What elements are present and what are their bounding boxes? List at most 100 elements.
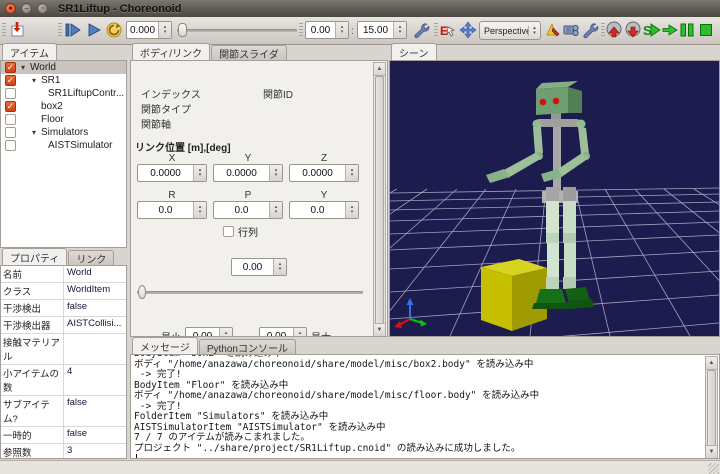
scene-3d-view[interactable] xyxy=(389,60,720,337)
start-simulation-icon[interactable]: S xyxy=(643,21,661,39)
property-row-collision-detection[interactable]: 干渉検出false xyxy=(1,300,126,317)
roll-input[interactable] xyxy=(138,202,193,218)
tree-item-sr1[interactable]: ✓ ▾ SR1 xyxy=(1,74,126,87)
x-position-input[interactable] xyxy=(138,165,193,181)
tab-items[interactable]: アイテム xyxy=(2,43,57,60)
camera-mode-spinner[interactable]: ▴▾ xyxy=(528,26,540,36)
play-from-start-icon[interactable] xyxy=(64,21,82,39)
collision-down-icon[interactable] xyxy=(624,21,642,39)
tree-item-world[interactable]: ✓ ▾ World xyxy=(1,61,126,74)
resume-simulation-icon[interactable] xyxy=(661,21,679,39)
translation-mode-icon[interactable] xyxy=(459,21,477,39)
y-position-input[interactable] xyxy=(214,165,269,181)
tree-item-aistsimulator[interactable]: AISTSimulator xyxy=(1,139,126,152)
robot-feet xyxy=(532,287,594,309)
property-row-references[interactable]: 参照数3 xyxy=(1,444,126,459)
z-spinner[interactable]: ▴▾ xyxy=(345,165,358,181)
checkbox-unchecked[interactable] xyxy=(5,88,16,99)
z-position-spinbox: ▴▾ xyxy=(289,164,359,182)
tab-message[interactable]: メッセージ xyxy=(132,337,198,354)
tree-item-sr1liftupcontroller[interactable]: SR1LiftupContr... xyxy=(1,87,126,100)
property-row-sub-item[interactable]: サブアイテム?false xyxy=(1,396,126,427)
checkbox-checked[interactable]: ✓ xyxy=(5,101,16,112)
play-icon[interactable] xyxy=(85,21,103,39)
property-row-collision-detector[interactable]: 干渉検出器AISTCollisi... xyxy=(1,317,126,334)
time-max-input[interactable] xyxy=(358,22,393,38)
scroll-down-icon[interactable]: ▼ xyxy=(374,323,385,336)
save-project-icon[interactable] xyxy=(8,21,26,39)
time-min-input[interactable] xyxy=(306,22,335,38)
checkbox-unchecked[interactable] xyxy=(5,140,16,151)
property-row-temporary[interactable]: 一時的false xyxy=(1,427,126,444)
max-input[interactable] xyxy=(260,328,293,337)
tree-item-floor[interactable]: Floor xyxy=(1,113,126,126)
refresh-time-icon[interactable] xyxy=(105,21,123,39)
tab-scene[interactable]: シーン xyxy=(391,43,437,60)
tab-properties[interactable]: プロパティ xyxy=(2,248,67,265)
message-view[interactable]: BodyItem "box2" を読み込み中 ボディ "/home/anazaw… xyxy=(130,354,720,459)
render-config-icon[interactable] xyxy=(544,21,562,39)
minimize-button[interactable]: – xyxy=(21,3,32,14)
main-toolbar: ▴▾ ▴▾ : ▴▾ E Perspective ▴▾ xyxy=(0,17,720,45)
edit-mode-icon[interactable]: E xyxy=(439,21,457,39)
pitch-spinner[interactable]: ▴▾ xyxy=(269,202,282,218)
pause-simulation-icon[interactable] xyxy=(678,21,696,39)
toolbar-grip[interactable] xyxy=(434,23,438,38)
joint-value-spinner[interactable]: ▴▾ xyxy=(273,259,286,275)
time-settings-wrench-icon[interactable] xyxy=(412,21,430,39)
y-spinner[interactable]: ▴▾ xyxy=(269,165,282,181)
toolbar-grip[interactable] xyxy=(2,23,6,38)
min-input[interactable] xyxy=(186,328,219,337)
camera-mode-select[interactable]: Perspective ▴▾ xyxy=(479,21,541,40)
message-scrollbar[interactable]: ▲ ▼ xyxy=(705,356,718,459)
toolbar-grip[interactable] xyxy=(299,23,303,38)
scene-settings-wrench-icon[interactable] xyxy=(581,21,599,39)
time-slider[interactable] xyxy=(177,21,297,39)
expand-arrow-icon[interactable]: ▾ xyxy=(32,128,41,137)
x-spinner[interactable]: ▴▾ xyxy=(193,165,206,181)
tree-item-box2[interactable]: ✓ box2 xyxy=(1,100,126,113)
min-spinner[interactable]: ▴▾ xyxy=(219,328,232,337)
pitch-input[interactable] xyxy=(214,202,269,218)
scroll-up-icon[interactable]: ▲ xyxy=(374,63,385,76)
close-button[interactable]: ● xyxy=(5,3,16,14)
property-row-name[interactable]: 名前World xyxy=(1,266,126,283)
robot-torso xyxy=(553,117,561,199)
scroll-down-icon[interactable]: ▼ xyxy=(706,445,717,458)
camera-config-icon[interactable] xyxy=(562,21,580,39)
roll-spinner[interactable]: ▴▾ xyxy=(193,202,206,218)
tree-item-simulators[interactable]: ▾ Simulators xyxy=(1,126,126,139)
tab-joint-slider[interactable]: 関節スライダ xyxy=(211,45,287,60)
time-min-spinner[interactable]: ▴▾ xyxy=(335,22,348,38)
title-bar: ● – ▫ SR1Liftup - Choreonoid xyxy=(0,0,720,17)
resize-grip[interactable] xyxy=(708,463,719,474)
max-spinner[interactable]: ▴▾ xyxy=(293,328,306,337)
yaw-spinner[interactable]: ▴▾ xyxy=(345,202,358,218)
checkbox-checked[interactable]: ✓ xyxy=(5,62,16,73)
checkbox-unchecked[interactable] xyxy=(5,127,16,138)
joint-slider[interactable] xyxy=(137,283,363,301)
property-row-class[interactable]: クラスWorldItem xyxy=(1,283,126,300)
tab-link[interactable]: リンク xyxy=(68,250,114,265)
expand-arrow-icon[interactable]: ▾ xyxy=(21,63,30,72)
property-row-contact-material[interactable]: 接触マテリアル xyxy=(1,334,126,365)
collision-up-icon[interactable] xyxy=(605,21,623,39)
time-input[interactable] xyxy=(127,22,158,38)
time-spinner[interactable]: ▴▾ xyxy=(158,22,171,38)
checkbox-unchecked[interactable] xyxy=(5,114,16,125)
scroll-up-icon[interactable]: ▲ xyxy=(706,357,717,370)
matrix-checkbox[interactable] xyxy=(223,226,234,237)
z-position-input[interactable] xyxy=(290,165,345,181)
property-row-num-child-items[interactable]: 小アイテムの数4 xyxy=(1,365,126,396)
maximize-button[interactable]: ▫ xyxy=(37,3,48,14)
yaw-input[interactable] xyxy=(290,202,345,218)
joint-value-input[interactable] xyxy=(232,259,273,275)
time-max-spinner[interactable]: ▴▾ xyxy=(393,22,406,38)
expand-arrow-icon[interactable]: ▾ xyxy=(32,76,41,85)
checkbox-checked[interactable]: ✓ xyxy=(5,75,16,86)
body-panel-scrollbar[interactable]: ▲ ▼ xyxy=(373,62,386,337)
toolbar-grip[interactable] xyxy=(58,23,62,38)
stop-simulation-icon[interactable] xyxy=(697,21,715,39)
tab-python-console[interactable]: Pythonコンソール xyxy=(199,339,296,354)
tab-body-link[interactable]: ボディ/リンク xyxy=(132,43,210,60)
